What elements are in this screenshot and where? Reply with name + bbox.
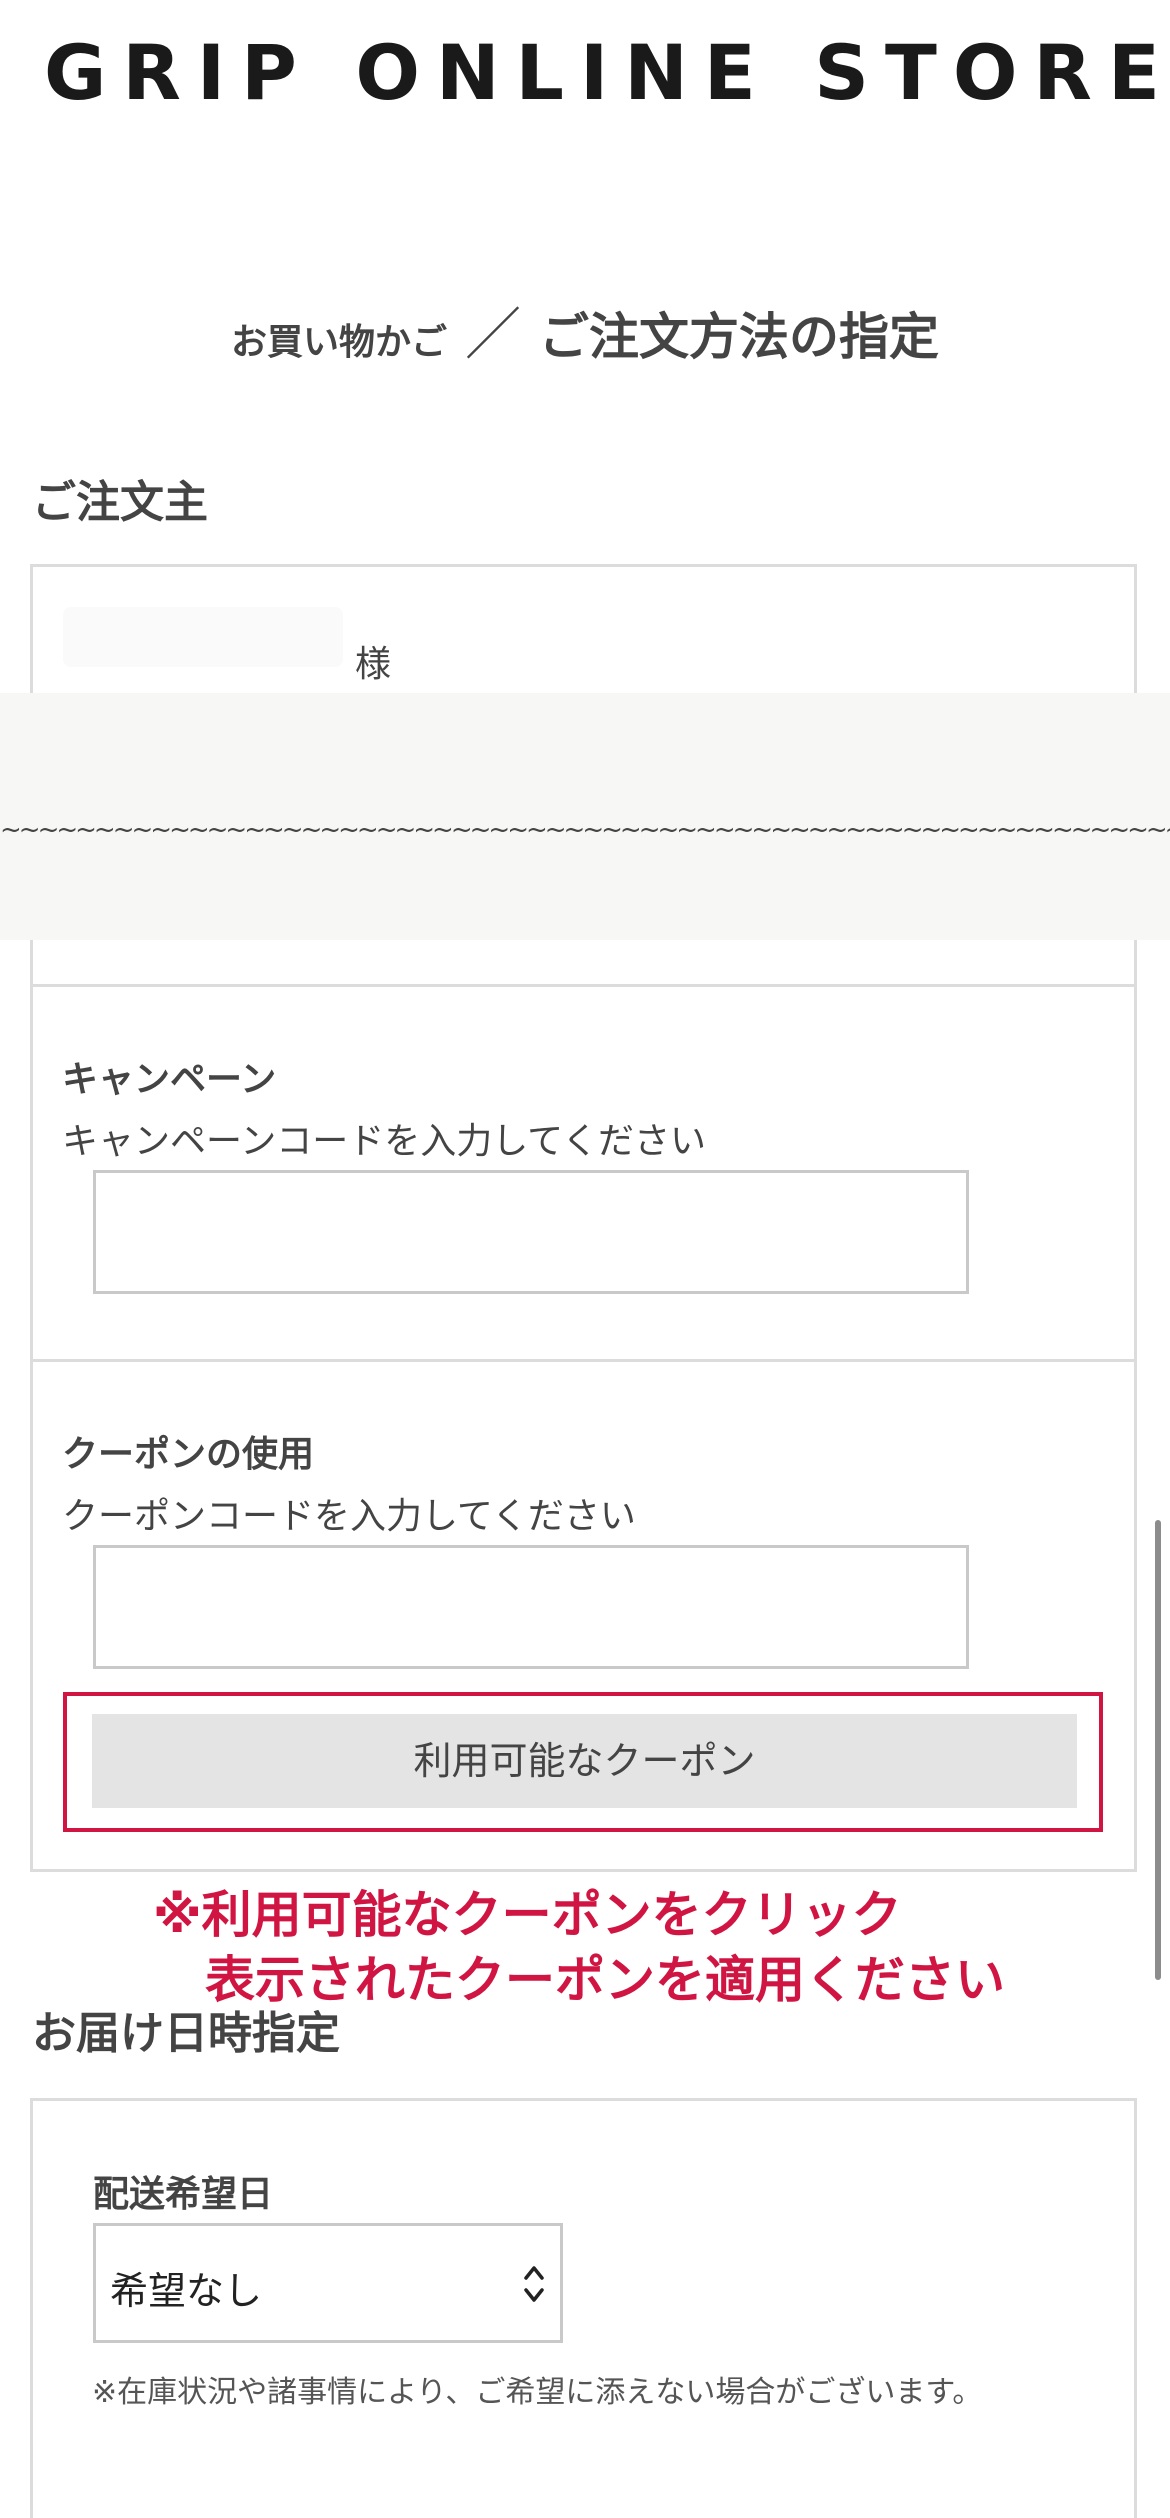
overlay-text: ~~~~~~~~~~~~~~~~~~~~~~~~~~~~~~~~~~~~~~~~… bbox=[0, 815, 1170, 845]
coupon-label: クーポンの使用 bbox=[62, 1434, 315, 1475]
breadcrumb: お買い物かご ／ ご注文方法の指定 bbox=[0, 290, 1170, 371]
coupon-code-input[interactable] bbox=[93, 1545, 969, 1669]
campaign-description: キャンペーンコードを入力してください bbox=[62, 1121, 707, 1162]
select-updown-icon bbox=[524, 2266, 544, 2302]
campaign-label: キャンペーン bbox=[62, 1059, 277, 1100]
page-title: ご注文方法の指定 bbox=[539, 308, 939, 366]
orderer-honorific: 様 bbox=[355, 644, 392, 685]
breadcrumb-cart-link[interactable]: お買い物かご bbox=[231, 322, 447, 363]
delivery-date-selected: 希望なし bbox=[110, 2269, 263, 2313]
orderer-section-title: ご注文主 bbox=[32, 477, 208, 528]
page-scrollbar[interactable] bbox=[1155, 1520, 1161, 1980]
delivery-section-title: お届け日時指定 bbox=[32, 2008, 340, 2059]
delivery-date-select[interactable]: 希望なし bbox=[93, 2223, 563, 2343]
coupon-notice-line1: ※利用可能なクーポンをクリック bbox=[153, 1886, 902, 1944]
store-logo[interactable]: GRIP ONLINE STORE bbox=[44, 28, 1170, 117]
delivery-date-label: 配送希望日 bbox=[93, 2174, 274, 2215]
delivery-footnote: ※在庫状況や諸事情により、ご希望に添えない場合がございます。 bbox=[92, 2375, 983, 2410]
orderer-name-redacted bbox=[63, 607, 343, 667]
breadcrumb-separator: ／ bbox=[465, 303, 521, 368]
available-coupons-button[interactable]: 利用可能なクーポン bbox=[92, 1714, 1077, 1808]
coupon-description: クーポンコードを入力してください bbox=[62, 1496, 636, 1537]
campaign-code-input[interactable] bbox=[93, 1170, 969, 1294]
